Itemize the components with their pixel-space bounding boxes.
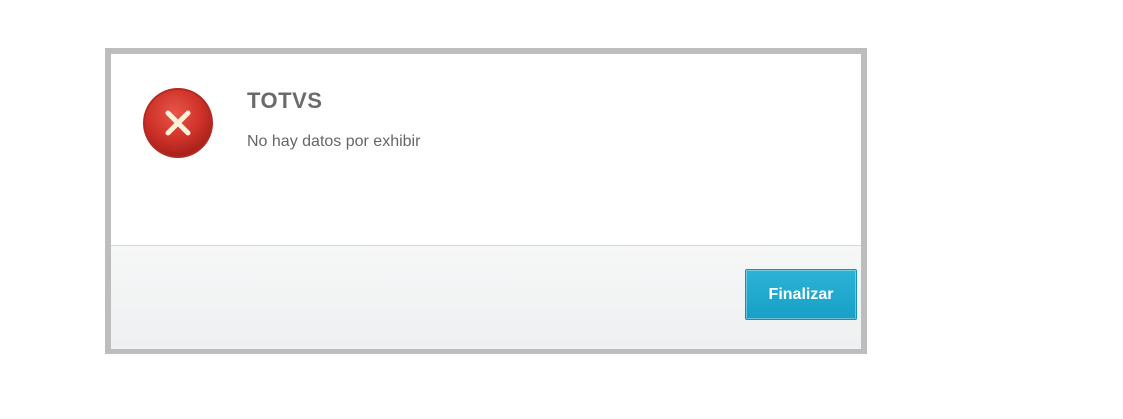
- dialog-title: TOTVS: [247, 88, 323, 113]
- dialog-footer: Finalizar: [111, 245, 861, 349]
- error-dialog: TOTVS No hay datos por exhibir Finalizar: [105, 48, 867, 354]
- error-x-icon: [143, 88, 213, 158]
- dialog-message: No hay datos por exhibir: [247, 133, 421, 150]
- dialog-body: TOTVS No hay datos por exhibir: [111, 54, 861, 245]
- finalizar-button[interactable]: Finalizar: [745, 269, 857, 320]
